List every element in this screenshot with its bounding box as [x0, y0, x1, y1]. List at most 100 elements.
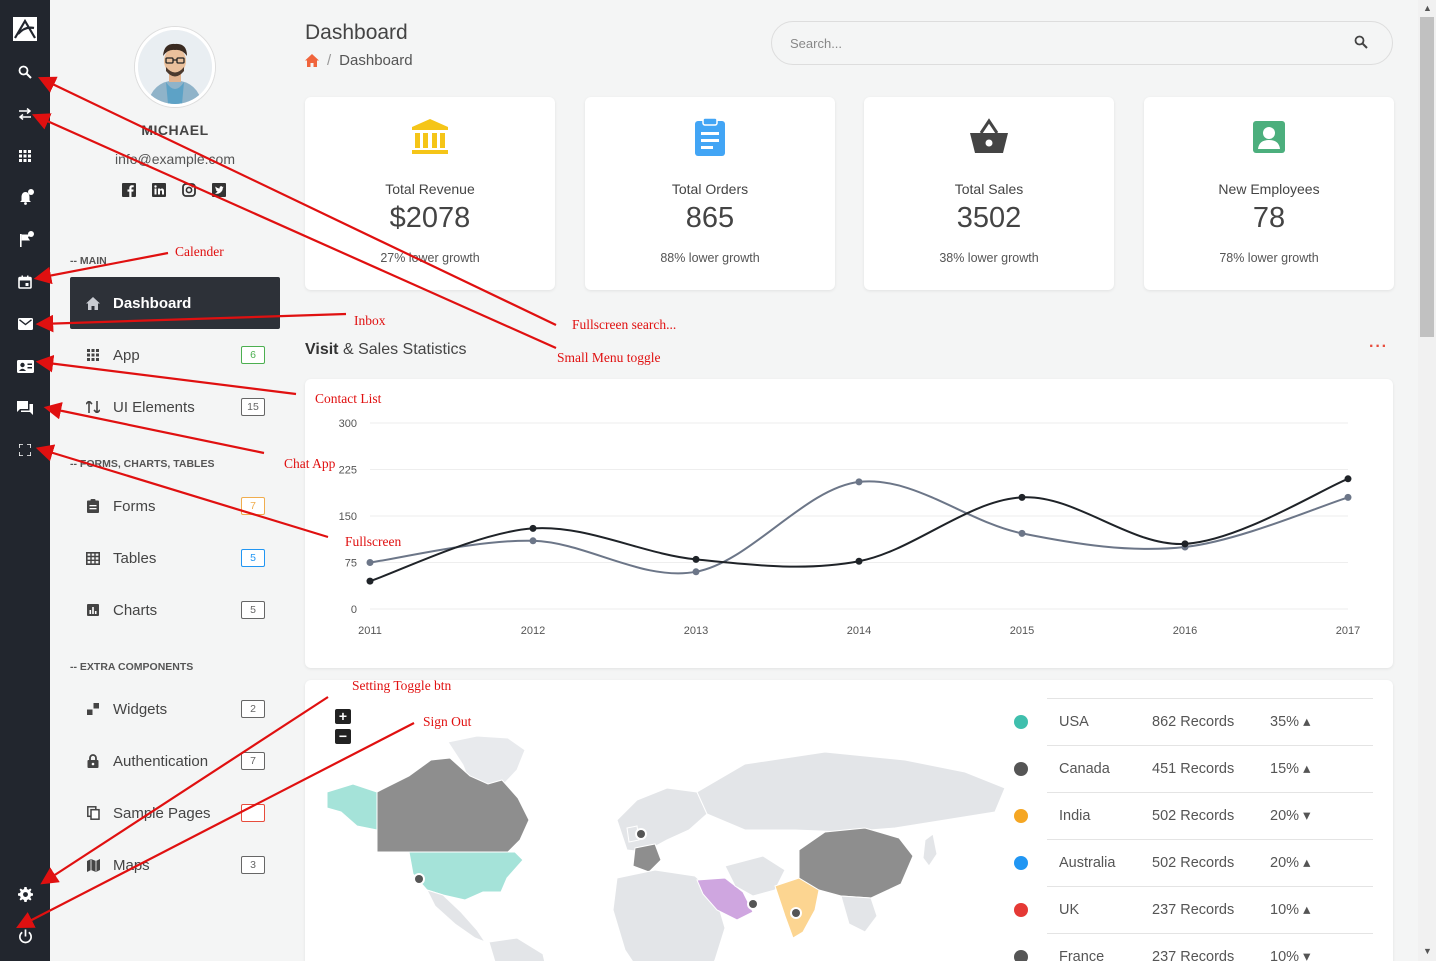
swap-arrows-icon[interactable] [12, 101, 38, 127]
facebook-icon[interactable] [122, 183, 136, 197]
logo-icon[interactable] [12, 16, 38, 42]
widgets-icon [86, 702, 100, 716]
sidebar-item-charts[interactable]: Charts 5 [70, 584, 280, 636]
stat-label: Total Revenue [385, 181, 475, 197]
data-point[interactable] [1018, 529, 1026, 537]
bell-icon[interactable] [12, 185, 38, 211]
sidebar-item-label: UI Elements [113, 398, 195, 416]
social-links [122, 183, 226, 197]
legend-country: Canada [1059, 761, 1110, 777]
sidebar-item-app[interactable]: App 6 [70, 329, 280, 381]
legend-row[interactable]: Australia 502 Records 20% ▴ [1014, 839, 1373, 886]
legend-records: 451 Records [1152, 761, 1235, 777]
annotation-label: Small Menu toggle [557, 350, 661, 365]
color-dot [1014, 950, 1028, 961]
data-point[interactable] [366, 559, 374, 566]
data-point[interactable] [692, 555, 700, 563]
annotation-label: Sign Out [423, 714, 472, 729]
sidebar-item-sample-pages[interactable]: Sample Pages [70, 787, 280, 839]
data-point[interactable] [529, 537, 537, 545]
y-tick-label: 150 [339, 511, 357, 523]
stat-label: Total Sales [954, 181, 1024, 197]
search-icon[interactable] [12, 59, 38, 85]
power-icon[interactable] [12, 923, 38, 949]
sidebar-item-label: Charts [113, 601, 158, 619]
sidebar-item-label: App [113, 346, 140, 364]
data-point[interactable] [1018, 493, 1026, 501]
sidebar-item-dashboard[interactable]: Dashboard [70, 277, 280, 329]
annotation-label: Chat App [284, 456, 336, 471]
mail-icon[interactable] [12, 311, 38, 337]
caret-down-icon: ▾ [1303, 949, 1311, 961]
sidebar-item-authentication[interactable]: Authentication 7 [70, 735, 280, 787]
fullscreen-icon[interactable] [12, 437, 38, 463]
stat-growth: 27% lower growth [380, 251, 480, 265]
twitter-icon[interactable] [212, 183, 226, 197]
linkedin-icon[interactable] [152, 183, 166, 197]
legend-percent: 10% ▾ [1270, 949, 1310, 961]
scrollbar-thumb[interactable] [1420, 17, 1434, 337]
caret-up-icon: ▴ [1303, 714, 1311, 730]
world-map[interactable] [305, 680, 1005, 961]
sidebar-item-maps[interactable]: Maps 3 [70, 839, 280, 891]
data-point[interactable] [366, 577, 374, 585]
sidebar-item-widgets[interactable]: Widgets 2 [70, 683, 280, 735]
sidebar-item-ui-elements[interactable]: UI Elements 15 [70, 381, 280, 433]
data-point[interactable] [1344, 475, 1352, 483]
scroll-down-icon[interactable]: ▼ [1423, 946, 1432, 956]
annotation-label: Contact List [315, 391, 382, 406]
data-point[interactable] [529, 524, 537, 532]
apps-grid-icon[interactable] [12, 143, 38, 169]
calendar-icon[interactable] [12, 269, 38, 295]
map-marker[interactable] [790, 907, 802, 919]
sidebar-item-tables[interactable]: Tables 5 [70, 532, 280, 584]
sidebar-item-label: Widgets [113, 700, 168, 718]
section-title: Visit & Sales Statistics [305, 341, 467, 359]
search-icon[interactable] [1354, 35, 1370, 51]
search-bar [771, 21, 1393, 65]
data-point[interactable] [855, 478, 863, 486]
flag-icon[interactable] [12, 227, 38, 253]
breadcrumb: / Dashboard [305, 52, 413, 69]
legend-country: France [1059, 949, 1105, 961]
legend-percent: 20% ▾ [1270, 808, 1311, 824]
sidebar-item-label: Authentication [113, 752, 209, 770]
map-marker[interactable] [747, 898, 759, 910]
legend-row[interactable]: Canada 451 Records 15% ▴ [1014, 745, 1373, 792]
count-badge: 7 [241, 497, 265, 515]
gear-icon[interactable] [12, 881, 38, 907]
count-badge [241, 804, 265, 822]
legend-country: USA [1059, 714, 1089, 730]
contact-card-icon[interactable] [12, 353, 38, 379]
legend-row[interactable]: USA 862 Records 35% ▴ [1014, 698, 1373, 745]
map-marker[interactable] [635, 828, 647, 840]
count-badge: 2 [241, 700, 265, 718]
legend-row[interactable]: France 237 Records 10% ▾ [1014, 933, 1373, 961]
data-point[interactable] [1181, 540, 1189, 548]
legend-row[interactable]: India 502 Records 20% ▾ [1014, 792, 1373, 839]
avatar[interactable] [135, 27, 215, 107]
search-input[interactable] [790, 34, 1330, 52]
annotation-label: Fullscreen search... [572, 317, 677, 332]
data-point[interactable] [1344, 493, 1352, 501]
scroll-up-icon[interactable]: ▲ [1423, 3, 1432, 13]
color-dot [1014, 903, 1028, 917]
home-icon[interactable] [305, 54, 319, 67]
map-marker[interactable] [413, 873, 425, 885]
sidebar-item-forms[interactable]: Forms 7 [70, 480, 280, 532]
section-title-rest: & Sales Statistics [338, 341, 467, 358]
stat-card-revenue: Total Revenue $2078 27% lower growth [305, 97, 555, 290]
user-name: MICHAEL [141, 122, 209, 138]
chat-icon[interactable] [12, 395, 38, 421]
breadcrumb-separator: / [327, 52, 332, 69]
data-point[interactable] [855, 557, 863, 565]
sidebar-item-label: Dashboard [113, 294, 192, 312]
page-scrollbar[interactable]: ▲ ▼ [1418, 0, 1436, 961]
legend-percent: 20% ▴ [1270, 855, 1311, 871]
data-point[interactable] [692, 568, 700, 576]
instagram-icon[interactable] [182, 183, 196, 197]
color-dot [1014, 856, 1028, 870]
legend-row[interactable]: UK 237 Records 10% ▴ [1014, 886, 1373, 933]
x-tick-label: 2017 [1336, 625, 1360, 637]
more-menu-button[interactable]: ··· [1369, 338, 1388, 356]
